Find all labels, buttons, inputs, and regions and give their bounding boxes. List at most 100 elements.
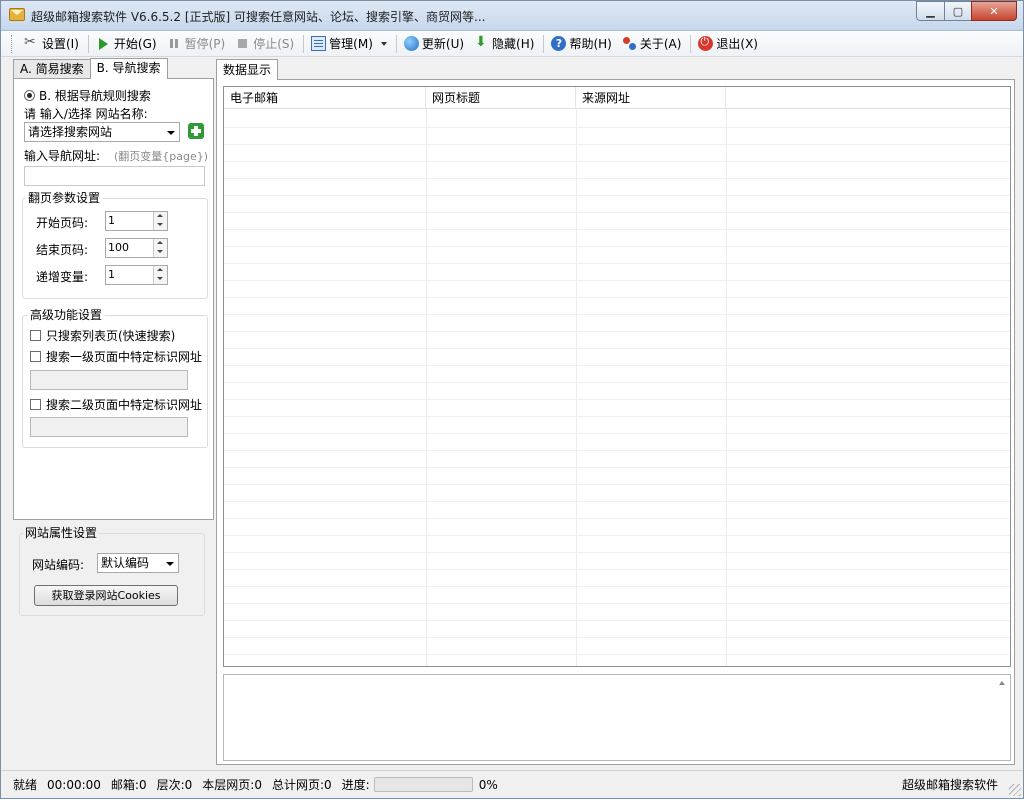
title-bar: 超级邮箱搜索软件 V6.6.5.2 [正式版] 可搜索任意网站、论坛、搜索引擎、… (1, 1, 1023, 31)
app-window: 超级邮箱搜索软件 V6.6.5.2 [正式版] 可搜索任意网站、论坛、搜索引擎、… (0, 0, 1024, 799)
nav-rule-radio[interactable] (24, 90, 35, 101)
grid-row-line (224, 654, 1010, 655)
window-title: 超级邮箱搜索软件 V6.6.5.2 [正式版] 可搜索任意网站、论坛、搜索引擎、… (31, 10, 486, 24)
close-button[interactable]: ✕ (971, 1, 1017, 21)
nav-rule-radio-label[interactable]: B. 根据导航规则搜索 (39, 87, 151, 104)
about-label: 关于(A) (639, 37, 682, 51)
people-icon (622, 36, 637, 51)
results-grid[interactable]: 电子邮箱 网页标题 来源网址 (223, 86, 1011, 667)
get-cookies-button[interactable]: 获取登录网站Cookies (34, 585, 178, 606)
list-only-label[interactable]: 只搜索列表页(快速搜索) (46, 327, 175, 344)
log-scrollbar[interactable] (995, 675, 1010, 760)
manage-button[interactable]: 管理(M) (307, 33, 393, 55)
nav-url-input[interactable] (24, 166, 205, 186)
level2-checkbox[interactable] (30, 399, 41, 410)
site-select[interactable]: 请选择搜索网站 (24, 122, 180, 142)
search-mode-tabs: A. 简易搜索 B. 导航搜索 (13, 58, 168, 79)
settings-button[interactable]: 设置(I) (20, 33, 85, 55)
status-total-pages: 总计网页:0 (271, 778, 332, 792)
exit-button[interactable]: 退出(X) (694, 33, 764, 55)
step-value: 1 (108, 268, 115, 281)
grid-row-line (224, 433, 1010, 434)
grid-row-line (224, 467, 1010, 468)
start-label: 开始(G) (113, 37, 157, 51)
column-source[interactable]: 来源网址 (576, 87, 726, 109)
spin-arrows-icon[interactable] (153, 212, 167, 230)
play-icon (96, 36, 111, 51)
grid-row-line (224, 518, 1010, 519)
grid-row-line (224, 450, 1010, 451)
grid-row-line (224, 365, 1010, 366)
mail-envelope-icon (9, 8, 25, 21)
grid-row-line (224, 637, 1010, 638)
start-page-stepper[interactable]: 1 (105, 211, 168, 231)
resize-grip[interactable] (1009, 784, 1021, 796)
list-document-icon (311, 36, 327, 51)
toolbar-separator (395, 34, 397, 53)
level2-input[interactable] (30, 417, 188, 437)
tab-data-display[interactable]: 数据显示 (216, 59, 279, 80)
start-button[interactable]: 开始(G) (92, 33, 163, 55)
column-email[interactable]: 电子邮箱 (224, 87, 426, 109)
grid-row-line (224, 144, 1010, 145)
grid-row-line (224, 178, 1010, 179)
chevron-down-icon (166, 562, 174, 566)
grid-row-line (224, 501, 1010, 502)
update-button[interactable]: 更新(U) (400, 33, 470, 55)
status-brand: 超级邮箱搜索软件 (901, 778, 998, 792)
maximize-button[interactable]: ▢ (944, 1, 971, 21)
grid-row-line (224, 263, 1010, 264)
spin-arrows-icon[interactable] (153, 266, 167, 284)
help-label: 帮助(H) (569, 37, 612, 51)
pause-button[interactable]: 暂停(P) (163, 33, 232, 55)
status-bar: 就绪 00:00:00 邮箱:0 层次:0 本层网页:0 总计网页:0 进度: … (1, 770, 1023, 798)
grid-row-line (224, 246, 1010, 247)
about-button[interactable]: 关于(A) (618, 33, 688, 55)
grid-header: 电子邮箱 网页标题 来源网址 (224, 87, 1010, 109)
log-output[interactable] (223, 674, 1011, 761)
column-title[interactable]: 网页标题 (426, 87, 576, 109)
spin-arrows-icon[interactable] (153, 239, 167, 257)
toolbar-grip[interactable] (11, 34, 14, 53)
end-page-stepper[interactable]: 100 (105, 238, 168, 258)
help-button[interactable]: 帮助(H) (547, 33, 617, 55)
toolbar-separator (690, 34, 692, 53)
window-controls: ▁ ▢ ✕ (916, 1, 1017, 21)
status-progress-text: 0% (478, 777, 498, 792)
level1-label[interactable]: 搜索一级页面中特定标识网址 (46, 348, 202, 365)
encoding-select[interactable]: 默认编码 (97, 553, 179, 573)
data-panel: 电子邮箱 网页标题 来源网址 (216, 79, 1015, 765)
list-only-checkbox[interactable] (30, 330, 41, 341)
question-circle-icon (551, 36, 567, 51)
step-stepper[interactable]: 1 (105, 265, 168, 285)
grid-column-line (426, 109, 427, 666)
minimize-button[interactable]: ▁ (916, 1, 944, 21)
grid-column-line (576, 109, 577, 666)
nav-url-label: 输入导航网址: (24, 149, 101, 163)
status-mailbox: 邮箱:0 (110, 778, 147, 792)
tab-nav-search[interactable]: B. 导航搜索 (89, 58, 168, 79)
hide-label: 隐藏(H) (492, 37, 535, 51)
grid-row-line (224, 212, 1010, 213)
column-filler (726, 87, 1010, 109)
encoding-value: 默认编码 (101, 556, 150, 570)
hide-button[interactable]: 隐藏(H) (470, 33, 540, 55)
status-progress-label: 进度: (341, 778, 370, 792)
grid-row-line (224, 586, 1010, 587)
site-select-value: 请选择搜索网站 (28, 125, 113, 139)
toolbar-separator (87, 34, 89, 53)
status-time: 00:00:00 (47, 777, 101, 792)
grid-row-line (224, 399, 1010, 400)
start-page-value: 1 (108, 214, 115, 227)
chevron-down-icon[interactable] (380, 41, 387, 46)
stop-button[interactable]: 停止(S) (231, 33, 300, 55)
grid-row-line (224, 161, 1010, 162)
level1-checkbox[interactable] (30, 351, 41, 362)
grid-row-line (224, 603, 1010, 604)
status-layer-pages: 本层网页:0 (202, 778, 262, 792)
pause-icon (167, 36, 182, 51)
plus-icon[interactable] (188, 123, 204, 139)
level1-input[interactable] (30, 370, 188, 390)
tab-simple-search[interactable]: A. 简易搜索 (13, 59, 91, 79)
level2-label[interactable]: 搜索二级页面中特定标识网址 (46, 396, 202, 413)
